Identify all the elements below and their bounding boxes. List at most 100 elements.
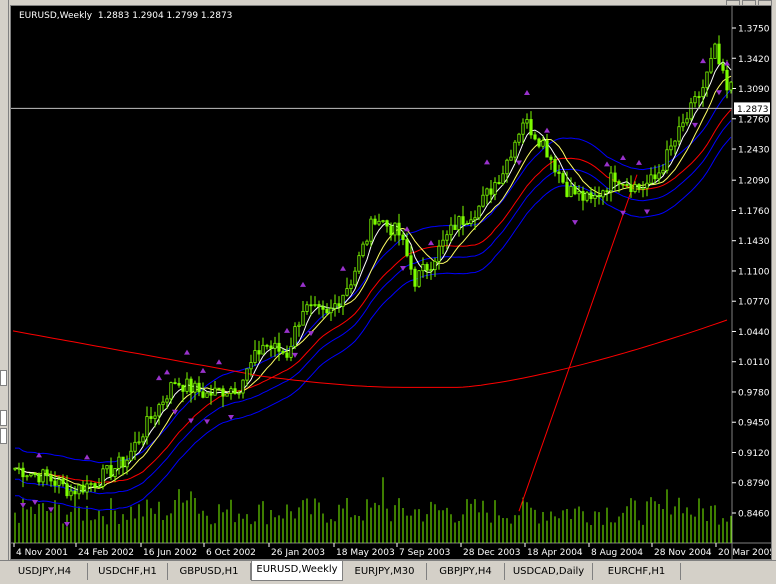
fractal-down-arrow — [516, 160, 522, 166]
candle-body — [441, 239, 445, 247]
candle-body — [153, 415, 157, 419]
date-label: 24 Feb 2002 — [78, 548, 134, 558]
candle-body — [93, 483, 97, 488]
tab-gbpjpy-h4[interactable]: GBPJPY,H4 — [427, 563, 505, 580]
candle-body — [645, 182, 649, 189]
candle-body — [125, 459, 129, 468]
fractal-up-arrow — [524, 89, 530, 95]
candle-body — [301, 311, 305, 326]
candle-body — [461, 216, 465, 225]
candle-body — [233, 388, 237, 394]
candle-body — [489, 188, 493, 195]
candle-body — [241, 379, 245, 394]
candle-body — [673, 140, 677, 147]
candle-body — [81, 484, 85, 493]
chart-window[interactable]: 1.3750 1.3420 1.3090 1.2760 1.2430 1.2090 1.17… — [10, 5, 772, 560]
price-level-label: 1.3750 — [738, 25, 770, 35]
candle-body — [621, 183, 625, 186]
fractal-down-arrow — [48, 507, 54, 513]
price-level-label: 0.9450 — [738, 419, 770, 429]
price-level-label: 1.0770 — [738, 298, 770, 308]
fractal-down-arrow — [32, 500, 38, 506]
tab-usdcad-daily[interactable]: USDCAD,Daily — [505, 563, 593, 580]
date-label: 8 Aug 2004 — [591, 548, 643, 558]
candle-body — [601, 190, 605, 198]
candle-body — [709, 58, 713, 73]
candle-body — [389, 225, 393, 236]
candle-body — [493, 182, 497, 195]
candle-body — [365, 240, 369, 245]
date-label: 16 Jun 2002 — [143, 548, 197, 558]
tab-gbpusd-h1[interactable]: GBPUSD,H1 — [168, 563, 251, 580]
candle-body — [249, 362, 253, 370]
candle-body — [505, 159, 509, 175]
left-edge-marker — [0, 410, 7, 426]
fractal-down-arrow — [292, 352, 298, 358]
candle-body — [473, 217, 477, 221]
candle-body — [713, 43, 717, 59]
candle-body — [653, 174, 657, 180]
candle-body — [593, 194, 597, 200]
candle-body — [561, 173, 565, 183]
price-level-label: 0.9120 — [738, 449, 770, 459]
candle-body — [585, 192, 589, 201]
price-level-label: 1.1100 — [738, 267, 770, 277]
candle-body — [497, 182, 501, 185]
candle-body — [33, 473, 37, 475]
candle-body — [433, 260, 437, 271]
candle-body — [381, 220, 385, 223]
chart-title-bar: EURUSD,Weekly 1.2883 1.2904 1.2799 1.287… — [19, 11, 232, 21]
tab-usdjpy-h4[interactable]: USDJPY,H4 — [2, 563, 88, 580]
candle-body — [217, 387, 221, 390]
lower-band-line — [15, 136, 732, 511]
candle-body — [73, 490, 77, 495]
candle-body — [29, 473, 33, 477]
chart-tab-bar: USDJPY,H4 USDCHF,H1 GBPUSD,H1 EURUSD,Weekly… — [0, 560, 776, 584]
candle-body — [405, 239, 409, 257]
candle-body — [337, 303, 341, 307]
candle-body — [457, 216, 461, 230]
candle-body — [141, 436, 145, 443]
candle-body — [261, 344, 265, 355]
candle-body — [193, 382, 197, 393]
price-level-label: 1.1430 — [738, 237, 770, 247]
candle-body — [609, 172, 613, 192]
candle-body — [681, 122, 685, 128]
tab-eurchf-h1[interactable]: EURCHF,H1 — [593, 563, 681, 580]
candle-body — [661, 169, 665, 174]
tab-eurjpy-m30[interactable]: EURJPY,M30 — [343, 563, 427, 580]
price-level-label: 1.3090 — [738, 85, 770, 95]
fractal-up-arrow — [184, 349, 190, 355]
candle-body — [17, 467, 21, 470]
candle-body — [477, 205, 481, 219]
candle-body — [565, 181, 569, 197]
candle-body — [629, 184, 633, 193]
price-chart[interactable]: 1.3750 1.3420 1.3090 1.2760 1.2430 1.2090 1.17… — [11, 6, 771, 559]
candle-body — [105, 465, 109, 470]
candle-body — [165, 398, 169, 403]
candle-body — [353, 270, 357, 286]
candle-body — [525, 119, 529, 124]
fractal-down-arrow — [188, 418, 194, 424]
date-label: 4 Nov 2001 — [16, 548, 68, 558]
candle-body — [185, 378, 189, 392]
candle-body — [213, 387, 217, 396]
candle-body — [697, 96, 701, 98]
candle-body — [361, 243, 365, 257]
fractal-up-arrow — [300, 281, 306, 287]
tab-eurusd-weekly[interactable]: EURUSD,Weekly — [251, 561, 343, 581]
candle-body — [513, 141, 517, 158]
candle-body — [245, 368, 249, 381]
candle-body — [577, 190, 581, 195]
candle-body — [101, 468, 105, 487]
candle-body — [293, 326, 297, 347]
fractal-up-arrow — [604, 161, 610, 167]
candle-body — [285, 352, 289, 358]
candle-body — [61, 479, 65, 485]
tab-usdchf-h1[interactable]: USDCHF,H1 — [88, 563, 168, 580]
candle-body — [529, 119, 533, 136]
candle-body — [201, 391, 205, 398]
candle-body — [521, 122, 525, 135]
candle-body — [665, 149, 669, 171]
fractal-up-arrow — [340, 265, 346, 271]
